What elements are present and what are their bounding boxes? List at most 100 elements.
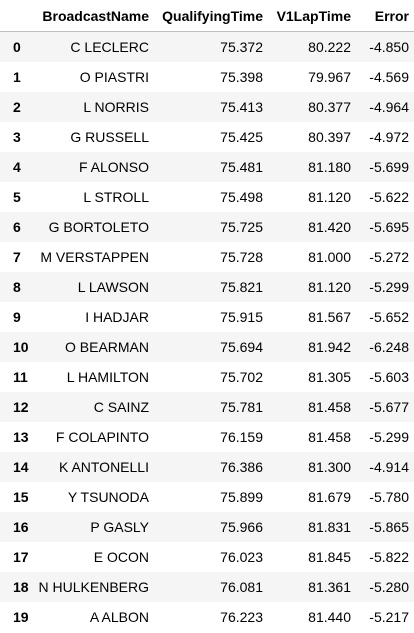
error-cell: -5.299 [369, 279, 409, 295]
v1laptime-cell: 81.942 [308, 339, 351, 355]
table-row: 5 L STROLL 75.498 81.120 -5.622 [0, 182, 414, 212]
v1laptime-cell: 81.000 [308, 249, 351, 265]
row-index: 5 [13, 189, 21, 205]
error-cell: -4.850 [369, 39, 409, 55]
error-cell: -5.652 [369, 309, 409, 325]
broadcastname-cell: L STROLL [83, 189, 149, 205]
row-index: 12 [13, 399, 29, 415]
dataframe-table: BroadcastName QualifyingTime V1LapTime E… [0, 0, 414, 632]
table-row: 11 L HAMILTON 75.702 81.305 -5.603 [0, 362, 414, 392]
table-row: 13 F COLAPINTO 76.159 81.458 -5.299 [0, 422, 414, 452]
v1laptime-cell: 81.361 [308, 579, 351, 595]
v1laptime-cell: 81.458 [308, 429, 351, 445]
table-row: 7 M VERSTAPPEN 75.728 81.000 -5.272 [0, 242, 414, 272]
broadcastname-cell: G BORTOLETO [48, 219, 149, 235]
broadcastname-cell: O BEARMAN [64, 339, 149, 355]
v1laptime-cell: 81.831 [308, 519, 351, 535]
row-index: 6 [13, 219, 21, 235]
table-row: 3 G RUSSELL 75.425 80.397 -4.972 [0, 122, 414, 152]
table-row: 9 I HADJAR 75.915 81.567 -5.652 [0, 302, 414, 332]
error-cell: -5.780 [369, 489, 409, 505]
v1laptime-cell: 79.967 [308, 69, 351, 85]
header-row: BroadcastName QualifyingTime V1LapTime E… [0, 0, 414, 32]
broadcastname-cell: M VERSTAPPEN [40, 249, 149, 265]
broadcastname-cell: C SAINZ [93, 399, 149, 415]
row-index: 11 [13, 369, 28, 385]
table-row: 4 F ALONSO 75.481 81.180 -5.699 [0, 152, 414, 182]
table-body: 0C LECLERC 75.372 80.222 -4.850 1 O PIASTRI 75… [0, 31, 414, 632]
row-index: 2 [13, 99, 21, 115]
table-row: 14 K ANTONELLI 76.386 81.300 -4.914 [0, 452, 414, 482]
v1laptime-header: V1LapTime [268, 0, 356, 32]
broadcastname-cell: P GASLY [90, 519, 149, 535]
qualifyingtime-cell: 76.081 [220, 579, 263, 595]
qualifyingtime-cell: 75.413 [220, 99, 263, 115]
error-cell: -5.272 [369, 249, 409, 265]
v1laptime-cell: 81.440 [308, 609, 351, 625]
error-cell: -4.964 [369, 99, 409, 115]
row-index: 19 [13, 609, 29, 625]
v1laptime-cell: 81.120 [308, 279, 351, 295]
table-row: 19 A ALBON 76.223 81.440 -5.217 [0, 602, 414, 632]
row-index: 15 [13, 489, 29, 505]
table-row: 6 G BORTOLETO 75.725 81.420 -5.695 [0, 212, 414, 242]
error-cell: -6.248 [369, 339, 409, 355]
v1laptime-cell: 81.567 [308, 309, 351, 325]
error-cell: -5.699 [369, 159, 409, 175]
qualifyingtime-cell: 75.702 [220, 369, 263, 385]
qualifyingtime-cell: 75.498 [220, 189, 263, 205]
qualifyingtime-cell: 75.398 [220, 69, 263, 85]
broadcastname-cell: A ALBON [89, 609, 149, 625]
broadcastname-cell: K ANTONELLI [58, 459, 149, 475]
row-index: 17 [13, 549, 29, 565]
table-row: 17 E OCON 76.023 81.845 -5.822 [0, 542, 414, 572]
qualifyingtime-cell: 75.372 [220, 39, 263, 55]
broadcastname-cell: L LAWSON [77, 279, 149, 295]
qualifyingtime-cell: 76.023 [220, 549, 263, 565]
qualifyingtime-cell: 76.159 [220, 429, 263, 445]
qualifyingtime-cell: 76.223 [220, 609, 263, 625]
qualifyingtime-cell: 75.694 [220, 339, 263, 355]
qualifyingtime-cell: 75.725 [220, 219, 263, 235]
row-index: 16 [13, 519, 29, 535]
table-row: 8 L LAWSON 75.821 81.120 -5.299 [0, 272, 414, 302]
row-index: 0 [13, 39, 21, 55]
row-index: 1 [13, 69, 21, 85]
table-row: 18 N HULKENBERG 76.081 81.361 -5.280 [0, 572, 414, 602]
qualifyingtime-cell: 75.781 [220, 399, 263, 415]
broadcastname-cell: I HADJAR [85, 309, 149, 325]
row-index: 18 [13, 579, 29, 595]
error-cell: -5.603 [369, 369, 409, 385]
broadcastname-cell: L NORRIS [83, 99, 149, 115]
error-header: Error [356, 0, 414, 32]
qualifyingtime-cell: 75.821 [220, 279, 263, 295]
table-row: 16 P GASLY 75.966 81.831 -5.865 [0, 512, 414, 542]
v1laptime-cell: 81.420 [308, 219, 351, 235]
broadcastname-cell: G RUSSELL [70, 129, 149, 145]
qualifyingtime-header: QualifyingTime [154, 0, 268, 32]
broadcastname-cell: F COLAPINTO [55, 429, 149, 445]
broadcastname-cell: O PIASTRI [79, 69, 149, 85]
table-row: 10 O BEARMAN 75.694 81.942 -6.248 [0, 332, 414, 362]
qualifyingtime-cell: 76.386 [220, 459, 263, 475]
error-cell: -5.695 [369, 219, 409, 235]
qualifyingtime-cell: 75.899 [220, 489, 263, 505]
error-cell: -5.677 [369, 399, 409, 415]
table-row: 12 C SAINZ 75.781 81.458 -5.677 [0, 392, 414, 422]
broadcastname-cell: N HULKENBERG [38, 579, 149, 595]
row-index: 3 [13, 129, 21, 145]
v1laptime-cell: 81.679 [308, 489, 351, 505]
table-row: 0 C LECLERC 75.372 80.222 -4.850 [0, 31, 414, 62]
error-cell: -5.865 [369, 519, 409, 535]
v1laptime-cell: 81.845 [308, 549, 351, 565]
qualifyingtime-cell: 75.728 [220, 249, 263, 265]
broadcastname-cell: L HAMILTON [66, 369, 149, 385]
qualifyingtime-cell: 75.966 [220, 519, 263, 535]
broadcastname-cell: Y TSUNODA [67, 489, 149, 505]
table-header: BroadcastName QualifyingTime V1LapTime E… [0, 0, 414, 32]
v1laptime-cell: 81.300 [308, 459, 351, 475]
v1laptime-cell: 81.458 [308, 399, 351, 415]
table-row: 15 Y TSUNODA 75.899 81.679 -5.780 [0, 482, 414, 512]
row-index: 7 [13, 249, 21, 265]
qualifyingtime-cell: 75.915 [220, 309, 263, 325]
